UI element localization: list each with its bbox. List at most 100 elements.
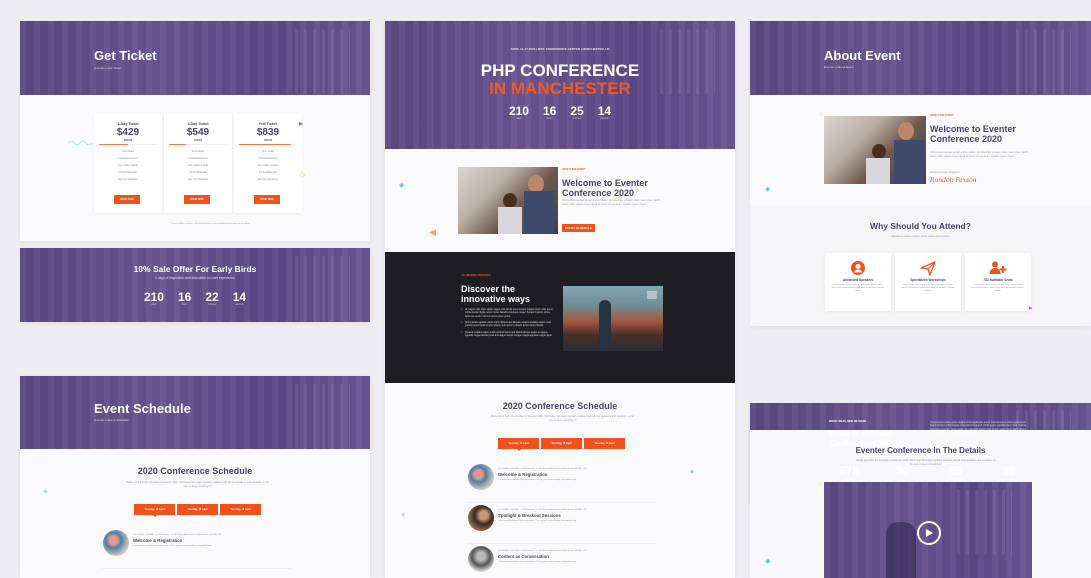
sold-progress-bar [169,144,227,146]
countdown-value: 22 [205,290,219,304]
session-title[interactable]: Spotlight & Breakout Sessions [498,513,561,518]
user-circle-icon [825,260,891,277]
session-title[interactable]: Welcome & Registration [498,472,547,477]
about-text: Cursus risus laoreet auctor, varius augu… [562,199,661,206]
ticket-name: 1-Day Ticket [117,122,139,126]
session-meta: ◷ 8:45 AM - 9:00 AM · ♙ R.Peterson · ▭ 1… [498,508,586,511]
sale-subtitle: 4 days of inspiration and education on u… [155,276,235,280]
stat-item: 30 Speakers [882,465,922,481]
countdown-label: hours [546,118,553,120]
speaker-avatar [468,505,494,531]
stat-item: 678 Participants [829,465,869,481]
feature-title: 752 Available Seats [983,278,1013,282]
triangle-decoration: ◀ [429,227,436,237]
ticket-sold: 250/500 [123,140,133,142]
schedule-item[interactable]: ◷ 8:45 AM - 9:00 AM · ♙ R.Peterson · ▭ 1… [467,544,657,578]
day-tab[interactable]: Tuesday, 14 April [498,438,539,451]
triangle-decoration: ▸ [299,119,304,128]
schedule-list: ◷ 8:45 AM - 9:00 AM · ♙ R.Peterson · ▭ 1… [102,528,292,569]
sale-title: 10% Sale Offer For Early Birds [133,264,257,274]
session-speaker: R.Peterson · [158,534,171,536]
hero-meta: APRIL 14-17 2020 | WST. CONFERENCE CENTE… [510,47,610,51]
about-eyebrow: ABOUT THE EVENT [562,168,586,171]
breadcrumb[interactable]: Eventer » Get Ticket [94,66,121,70]
hero-countdown: 210 days 16 hours 25 minutes 14 seconds [385,105,735,120]
feature-title: Advanced Speakers [842,278,874,282]
bullet-dot-icon: • [461,309,462,311]
countdown-value: 210 [508,104,529,118]
sold-progress-fill [239,144,292,146]
countdown-value: 16 [177,290,192,304]
ticket-features: Front Seats Unlimited Entrance Free Coffee… [94,149,162,184]
sale-banner-preview: 10% Sale Offer For Early Birds 4 days of… [20,248,370,322]
session-speaker: R.Peterson · [523,550,536,552]
ticket-list: 1-Day Ticket $429 250/500 Front Seats Unlimi… [94,114,302,213]
schedule-item[interactable]: ◷ 8:45 AM - 9:00 AM · ♙ R.Peterson · ▭ 1… [467,503,657,544]
ticket-footnote: * Ticket holders receive a full refund i… [169,223,251,225]
diamond-decoration: ◈ [765,186,771,193]
ticket-page-preview: Get Ticket Eventer » Get Ticket 1-Day Ti… [20,21,370,241]
schedule-item[interactable]: ◷ 8:45 AM - 9:00 AM · ♙ R.Peterson · ▭ 1… [467,462,657,503]
stat-value: 55 [948,464,963,478]
ticket-features: Front Seats Unlimited Entrance Free Coffee… [234,149,302,184]
discover-photo [563,286,663,351]
session-time: 8:45 AM - 9:00 AM · [500,550,521,552]
discover-bullets: • At magna nulla dolor sapien augue erat … [461,309,553,341]
feature-description: Porta semper lacus cursus, feugiat primi… [971,284,1025,292]
speaker-avatar [468,464,494,490]
diamond-decoration: ◆ [690,469,694,475]
ticket-feature: Front Seats [192,151,204,154]
countdown-label: minutes [572,118,582,120]
speaker-avatar [468,546,494,572]
day-tab[interactable]: Tuesday, 16 April [584,438,625,449]
what-title: What is Eventer Conference 2020? [829,428,903,448]
book-now-button[interactable]: BOOK NOW [114,195,140,204]
bullet-text: Quaerat sodales sapien undo euismod puru… [465,331,553,337]
about-page-preview: About Event Eventer » About Event ○ ◈ AB… [750,21,1091,206]
breadcrumb[interactable]: Eventer » Event Schedule [94,418,129,422]
ticket-feature: Free Coffee Snacks [187,165,209,168]
about-photo [458,167,558,234]
diamond-decoration: ◇ [299,170,306,179]
video-thumbnail[interactable] [824,482,1032,578]
ticket-price: $429 [116,127,140,138]
ticket-card: Full Ticket $839 450/500 Front Seats Unlimit… [234,114,302,213]
schedule-item[interactable]: ◷ 8:45 AM - 9:00 AM · ♙ R.Peterson · ▭ 1… [102,528,292,569]
discover-bullet: • Quaerat sodales sapien undo euismod pur… [461,332,553,339]
why-title: Why Should You Attend? [870,221,971,231]
ticket-feature: Unlimited Entrance [188,158,208,161]
why-attend-preview: Why Should You Attend? Aliquam a augue s… [750,206,1091,326]
sold-progress-fill [169,144,187,146]
ticket-feature: Day One Workshop [187,179,208,182]
ticket-card: 2-Day Ticket $549 150/500 Front Seats Unlimi… [164,114,232,213]
ticket-feature: Printed Materials [189,172,207,175]
schedule-list: ◷ 8:45 AM - 9:00 AM · ♙ R.Peterson · ▭ 1… [467,462,657,578]
session-location: 125 Some Awesome St, Manchester M4 3BL, … [173,534,222,536]
day-tab[interactable]: Tuesday, 14 April [134,504,175,517]
session-speaker: R.Peterson · [523,509,536,511]
stat-label: Speakers [897,479,908,481]
event-schedule-button[interactable]: EVENT SCHEDULE [562,224,595,232]
section-description: Below you'll find the schedule for Event… [126,481,269,488]
play-button[interactable] [917,521,941,545]
welcome-photo [824,116,926,184]
stat-value: 39 [1002,464,1016,478]
session-title[interactable]: Content as Conversation [498,554,549,559]
circle-decoration: ○ [818,482,822,488]
book-now-button[interactable]: BOOK NOW [184,195,210,204]
discover-eyebrow: AN AMAZING PROGRAM [461,274,491,277]
session-title[interactable]: Welcome & Registration [133,538,182,543]
day-tab[interactable]: Tuesday, 15 April [541,438,582,449]
schedule-description: Below you'll find the schedule for Event… [491,415,634,422]
ticket-feature: Free Coffee Snacks [117,165,139,168]
day-tab[interactable]: Tuesday, 16 April [220,504,261,515]
ticket-feature: Front Seats [122,151,134,154]
section-title: 2020 Conference Schedule [137,466,253,476]
feature-card: Advanced Speakers Porta semper lacus curs… [825,253,891,311]
sale-countdown: 210 days 16 hours 22 minutes 14 seconds [20,291,370,306]
countdown-unit: 22 minutes [205,291,218,306]
breadcrumb[interactable]: Eventer » About Event [824,65,854,69]
day-tab[interactable]: Tuesday, 15 April [177,504,218,515]
book-now-button[interactable]: BOOK NOW [254,195,280,204]
page-title: About Event [824,48,901,63]
